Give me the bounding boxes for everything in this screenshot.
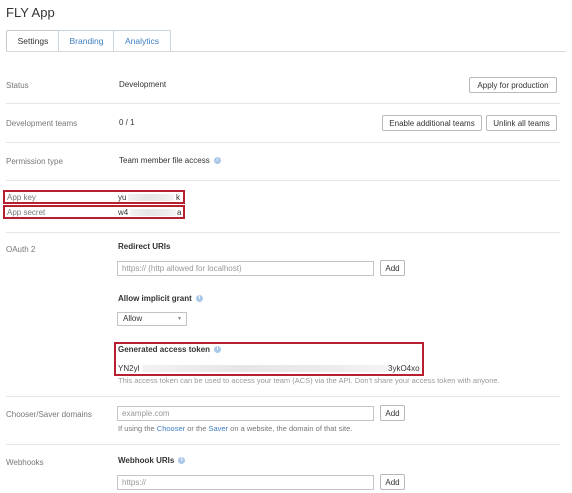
implicit-grant-heading: Allow implicit grant i xyxy=(118,294,203,303)
permission-label: Permission type xyxy=(6,157,63,166)
divider xyxy=(6,444,560,445)
dev-teams-value: 0 / 1 xyxy=(119,118,135,127)
add-domain-button[interactable]: Add xyxy=(380,405,405,421)
add-redirect-button[interactable]: Add xyxy=(380,260,405,276)
status-value: Development xyxy=(119,80,167,89)
info-icon[interactable]: i xyxy=(213,157,221,165)
chooser-help: If using the Chooser or the Saver on a w… xyxy=(118,424,352,433)
chooser-label: Chooser/Saver domains xyxy=(6,410,92,419)
divider xyxy=(6,396,560,397)
tab-analytics[interactable]: Analytics xyxy=(113,30,171,51)
tab-branding[interactable]: Branding xyxy=(58,30,115,51)
app-secret-label: App secret xyxy=(7,208,46,217)
divider xyxy=(6,103,560,104)
divider xyxy=(6,142,560,143)
redacted-app-secret xyxy=(130,209,176,216)
webhook-uri-input[interactable]: https:// xyxy=(117,475,374,490)
access-token-heading-text: Generated access token xyxy=(118,345,211,354)
chooser-link[interactable]: Chooser xyxy=(157,424,185,433)
tab-settings[interactable]: Settings xyxy=(6,30,60,51)
implicit-grant-value: Allow xyxy=(123,314,143,323)
chevron-down-icon: ▾ xyxy=(177,316,181,322)
status-label: Status xyxy=(6,81,29,90)
saver-link[interactable]: Saver xyxy=(209,424,229,433)
info-icon[interactable]: i xyxy=(178,457,186,465)
tab-underline xyxy=(6,51,566,52)
redacted-app-key xyxy=(128,194,174,201)
divider xyxy=(6,180,560,181)
webhook-uris-heading: Webhook URIs i xyxy=(118,456,186,465)
enable-teams-button[interactable]: Enable additional teams xyxy=(382,115,482,131)
webhook-uris-text: Webhook URIs xyxy=(118,456,175,465)
dev-teams-label: Development teams xyxy=(6,119,78,128)
redirect-uris-heading: Redirect URIs xyxy=(118,242,171,251)
redirect-uri-input[interactable]: https:// (http allowed for localhost) xyxy=(117,261,374,276)
permission-value: Team member file access i xyxy=(119,156,221,165)
add-webhook-button[interactable]: Add xyxy=(380,474,405,490)
webhooks-label: Webhooks xyxy=(6,458,44,467)
app-secret-suffix: a xyxy=(177,208,182,217)
implicit-grant-select[interactable]: Allow ▾ xyxy=(117,312,187,326)
apply-production-button[interactable]: Apply for production xyxy=(469,77,557,93)
app-title: FLY App xyxy=(6,5,55,20)
chooser-help-pre: If using the xyxy=(118,424,157,433)
token-note: This access token can be used to access … xyxy=(118,376,500,385)
oauth-label: OAuth 2 xyxy=(6,245,36,254)
permission-text: Team member file access xyxy=(119,156,210,165)
redacted-access-token xyxy=(142,365,388,372)
app-key-suffix: k xyxy=(176,193,180,202)
unlink-teams-button[interactable]: Unlink all teams xyxy=(486,115,557,131)
chooser-help-post: on a website, the domain of that site. xyxy=(228,424,353,433)
access-token-heading: Generated access token i xyxy=(118,345,222,354)
divider xyxy=(6,232,560,233)
app-key-prefix: yu xyxy=(118,193,127,202)
token-prefix: YN2yl xyxy=(118,364,140,373)
info-icon[interactable]: i xyxy=(195,295,203,303)
app-secret-prefix: w4 xyxy=(118,208,129,217)
implicit-grant-text: Allow implicit grant xyxy=(118,294,192,303)
info-icon[interactable]: i xyxy=(214,346,222,354)
chooser-domain-input[interactable]: example.com xyxy=(117,406,374,421)
token-suffix: 3ykO4xo xyxy=(388,364,420,373)
chooser-help-mid: or the xyxy=(185,424,209,433)
app-key-label: App key xyxy=(7,193,36,202)
